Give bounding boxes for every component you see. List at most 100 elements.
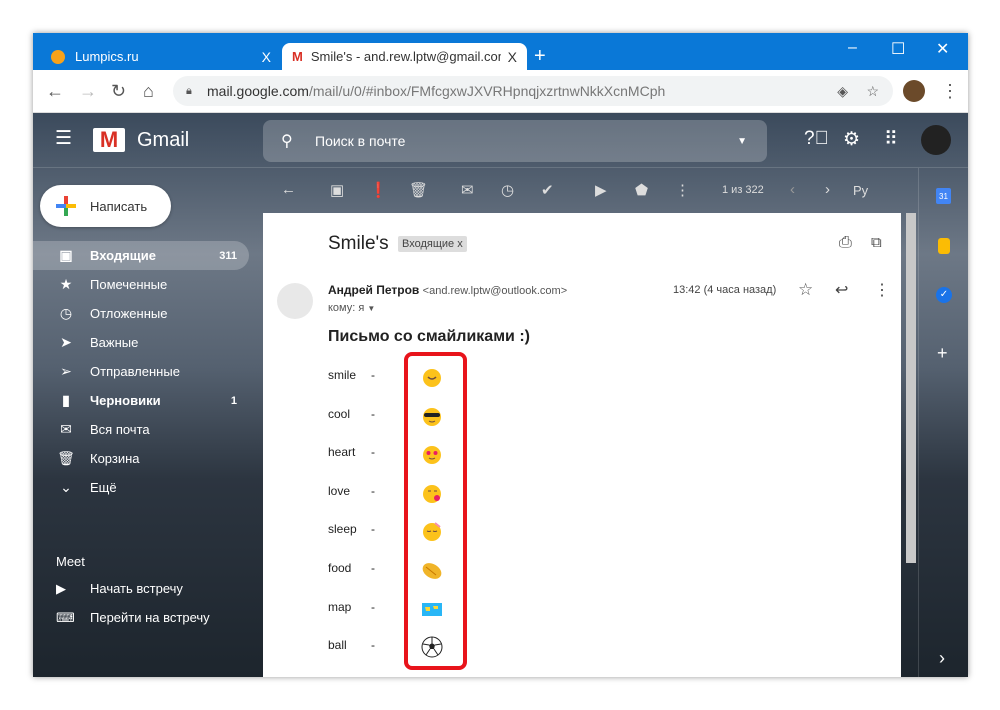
input-tools-button[interactable]: Ру xyxy=(853,183,868,198)
gmail-logo-icon[interactable]: M xyxy=(93,128,125,152)
emoji-name: heart xyxy=(328,445,356,460)
open-new-window-icon[interactable]: ⧉ xyxy=(871,234,882,251)
browser-menu-icon[interactable]: ⋮ xyxy=(941,81,959,102)
close-tab-icon[interactable]: X xyxy=(508,49,517,65)
scrollbar[interactable] xyxy=(906,213,916,563)
browser-window: Lumpics.ru X M Smile's - and.rew.lptw@gm… xyxy=(33,33,968,677)
mail-icon: ✉ xyxy=(60,421,72,437)
close-tab-icon[interactable]: X xyxy=(262,49,271,65)
emoji-name: ball xyxy=(328,638,347,653)
recipients-toggle[interactable]: кому: я ▼ xyxy=(328,302,375,314)
sidebar-label: Отправленные xyxy=(90,364,180,379)
sidebar-item-all-mail[interactable]: ✉ Вся почта xyxy=(33,415,263,444)
close-window-button[interactable]: ✕ xyxy=(936,39,949,59)
dash: - xyxy=(371,522,375,537)
dash: - xyxy=(371,599,375,614)
clock-icon: ◷ xyxy=(59,305,73,321)
expand-panel-icon[interactable]: › xyxy=(939,648,945,669)
account-avatar[interactable] xyxy=(921,125,951,155)
sidebar-item-sent[interactable]: ➢ Отправленные xyxy=(33,357,263,386)
sidebar-label: Отложенные xyxy=(90,306,168,321)
search-options-icon[interactable]: ▼ xyxy=(737,136,747,147)
gmail-app: ☰ M Gmail ⚲ Поиск в почте ▼ ?⃝ ⚙ ⠿ Напис… xyxy=(33,113,968,677)
emoji-name: cool xyxy=(328,406,351,421)
archive-icon[interactable]: ▣ xyxy=(330,181,344,199)
bookmark-star-icon[interactable]: ☆ xyxy=(866,83,879,100)
snooze-icon[interactable]: ◷ xyxy=(501,181,514,199)
message-toolbar: ← ▣ ❗ 🗑︎ ✉ ◷ ✔ ▶ ⬟ ⋮ 1 из 322 ‹ › Ру xyxy=(263,168,918,213)
star-icon[interactable]: ☆ xyxy=(798,280,813,300)
url-path: /mail/u/0/#inbox/FMfcgxwJXVRHpnqjxzrtnwN… xyxy=(308,83,666,99)
meet-section: Meet ▶ Начать встречу ⌨ Перейти на встречу xyxy=(56,554,210,639)
sender-email: <and.rew.lptw@outlook.com> xyxy=(422,285,568,297)
tab-gmail[interactable]: M Smile's - and.rew.lptw@gmail.com X xyxy=(282,43,527,70)
search-input[interactable]: ⚲ Поиск в почте ▼ xyxy=(263,120,767,162)
delete-icon[interactable]: 🗑︎ xyxy=(409,181,428,199)
gmail-header: ☰ M Gmail ⚲ Поиск в почте ▼ ?⃝ ⚙ ⠿ xyxy=(33,113,968,168)
sidebar-item-trash[interactable]: 🗑︎ Корзина xyxy=(33,444,263,473)
tasks-icon[interactable]: ✓ xyxy=(936,287,952,303)
keep-icon[interactable] xyxy=(938,238,950,254)
move-to-icon[interactable]: ▶ xyxy=(595,181,607,199)
sidebar-item-snoozed[interactable]: ◷ Отложенные xyxy=(33,299,263,328)
add-addon-icon[interactable]: + xyxy=(937,343,948,364)
url-input[interactable]: 🔒︎ mail.google.com/mail/u/0/#inbox/FMfcg… xyxy=(173,76,893,106)
reload-icon[interactable]: ↻ xyxy=(111,81,126,102)
main-menu-icon[interactable]: ☰ xyxy=(55,127,72,150)
sidebar-item-starred[interactable]: ★ Помеченные xyxy=(33,270,263,299)
calendar-icon[interactable]: 31 xyxy=(936,188,951,204)
new-tab-button[interactable]: + xyxy=(534,45,546,68)
compose-button[interactable]: Написать xyxy=(40,185,171,227)
newer-icon[interactable]: ‹ xyxy=(790,181,795,198)
extension-icon[interactable]: ◈ xyxy=(837,83,848,100)
settings-gear-icon[interactable]: ⚙ xyxy=(843,128,860,151)
sidebar-label: Важные xyxy=(90,335,139,350)
unread-count: 311 xyxy=(219,249,237,262)
back-icon[interactable]: ← xyxy=(46,81,64,102)
sidebar-item-drafts[interactable]: ▮ Черновики 1 xyxy=(33,386,263,415)
draft-count: 1 xyxy=(230,394,237,407)
more-icon[interactable]: ⋮ xyxy=(675,181,690,199)
start-meeting-link[interactable]: ▶ Начать встречу xyxy=(56,581,210,610)
older-icon[interactable]: › xyxy=(825,181,830,198)
dash: - xyxy=(371,483,375,498)
home-icon[interactable]: ⌂ xyxy=(143,81,154,102)
sidebar-item-important[interactable]: ➤ Важные xyxy=(33,328,263,357)
minimize-button[interactable]: – xyxy=(848,39,857,57)
sidebar-label: Вся почта xyxy=(90,422,150,437)
meet-title: Meet xyxy=(56,554,85,569)
label-icon[interactable]: ⬟ xyxy=(635,181,648,199)
profile-avatar[interactable] xyxy=(903,80,925,102)
sender-name: Андрей Петров xyxy=(328,283,420,297)
mark-unread-icon[interactable]: ✉ xyxy=(461,181,474,199)
search-icon: ⚲ xyxy=(281,133,293,150)
help-icon[interactable]: ?⃝ xyxy=(804,128,829,150)
sidebar-item-more[interactable]: ⌄ Ещё xyxy=(33,473,263,502)
emoji-name: love xyxy=(328,483,351,498)
compose-label: Написать xyxy=(90,198,148,214)
dash: - xyxy=(371,561,375,575)
print-icon[interactable]: ⎙ xyxy=(839,234,852,252)
reply-icon[interactable]: ↩ xyxy=(835,280,848,300)
dash: - xyxy=(371,445,375,460)
forward-icon[interactable]: → xyxy=(79,81,97,102)
inbox-icon: ▣ xyxy=(59,247,73,263)
message-pane: Smile's Входящие x ⎙ ⧉ Андрей Петров <an… xyxy=(263,213,901,677)
back-to-inbox-icon[interactable]: ← xyxy=(281,181,296,198)
chevron-down-icon: ⌄ xyxy=(60,479,72,495)
report-spam-icon[interactable]: ❗ xyxy=(369,181,388,199)
remove-label-icon[interactable]: x xyxy=(457,238,463,250)
add-task-icon[interactable]: ✔ xyxy=(541,181,554,199)
join-meeting-link[interactable]: ⌨ Перейти на встречу xyxy=(56,610,210,639)
maximize-button[interactable]: ☐ xyxy=(891,39,905,59)
highlight-box xyxy=(404,352,467,670)
side-panel: 31 ✓ + › xyxy=(918,168,968,677)
sidebar-item-inbox[interactable]: ▣ Входящие 311 xyxy=(33,241,249,270)
sidebar-label: Черновики xyxy=(90,393,161,408)
apps-grid-icon[interactable]: ⠿ xyxy=(884,128,898,151)
more-options-icon[interactable]: ⋮ xyxy=(874,280,890,300)
gmail-favicon-icon: M xyxy=(292,49,303,64)
dash: - xyxy=(371,638,375,653)
tab-lumpics[interactable]: Lumpics.ru X xyxy=(41,43,281,70)
plus-icon xyxy=(56,196,76,216)
